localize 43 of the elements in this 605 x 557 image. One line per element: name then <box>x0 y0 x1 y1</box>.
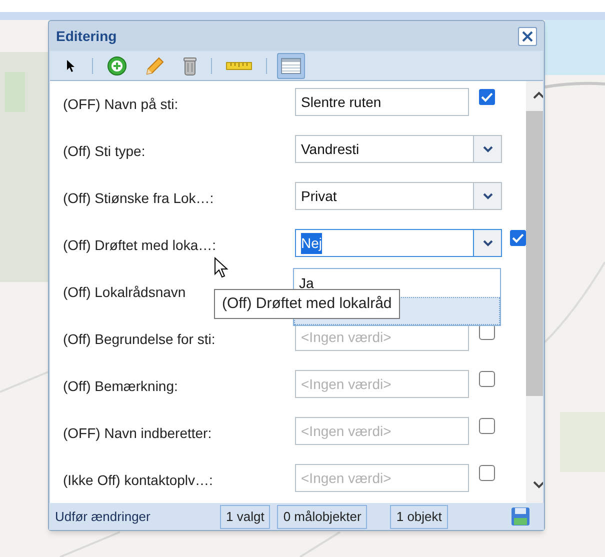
tooltip: (Off) Drøftet med lokalråd <box>214 289 400 319</box>
count-badge: 1 valgt <box>220 504 270 528</box>
dropdown-value: Privat <box>300 186 338 206</box>
dropdown-field[interactable]: Privat <box>295 182 502 210</box>
dropdown-field[interactable]: Vandresti <box>295 135 502 163</box>
save-icon[interactable] <box>511 507 530 526</box>
chevron-down-icon[interactable] <box>473 230 501 256</box>
trash-icon <box>183 56 197 76</box>
field-label: (Ikke Off) kontaktoplv…: <box>63 471 214 490</box>
field-label: (OFF) Navn indberetter: <box>63 424 213 443</box>
text-field[interactable]: <Ingen værdi> <box>295 464 469 492</box>
checkbox[interactable] <box>479 465 495 481</box>
window-title: Editering <box>56 26 117 46</box>
scroll-up-icon[interactable] <box>533 91 543 99</box>
text-field[interactable]: <Ingen værdi> <box>295 417 469 445</box>
field-label: (Off) Begrundelse for sti: <box>63 330 216 349</box>
add-icon <box>107 56 127 76</box>
checkbox[interactable] <box>479 418 495 434</box>
chevron-down-icon[interactable] <box>473 136 501 162</box>
pencil-icon <box>145 56 165 76</box>
checkbox[interactable] <box>479 371 495 387</box>
checkbox[interactable] <box>510 230 526 246</box>
field-label: (Off) Bemærkning: <box>63 377 179 396</box>
count-badge: 1 objekt <box>390 504 448 528</box>
text-field[interactable]: <Ingen værdi> <box>295 370 469 398</box>
mouse-cursor-icon <box>214 257 229 279</box>
field-label: (Off) Stiønske fra Lok…: <box>63 189 215 208</box>
field-label: (OFF) Navn på sti: <box>63 95 180 114</box>
scroll-down-icon[interactable] <box>533 481 543 489</box>
chevron-down-icon[interactable] <box>473 183 501 209</box>
count-badge: 0 målobjekter <box>277 504 368 528</box>
text-field[interactable]: Slentre ruten <box>295 88 469 116</box>
dropdown-value: Vandresti <box>300 140 360 158</box>
ruler-icon <box>226 62 252 70</box>
checkbox[interactable] <box>479 89 495 105</box>
dropdown-value: Nej <box>296 230 473 256</box>
apply-changes-link[interactable]: Udfør ændringer <box>55 506 220 526</box>
pointer-icon <box>66 58 76 72</box>
field-label: (Off) Sti type: <box>63 142 146 161</box>
field-label: (Off) Drøftet med loka…: <box>63 236 217 255</box>
dropdown-field[interactable]: Nej <box>295 229 502 257</box>
close-icon[interactable] <box>518 26 537 46</box>
table-icon <box>281 58 301 74</box>
